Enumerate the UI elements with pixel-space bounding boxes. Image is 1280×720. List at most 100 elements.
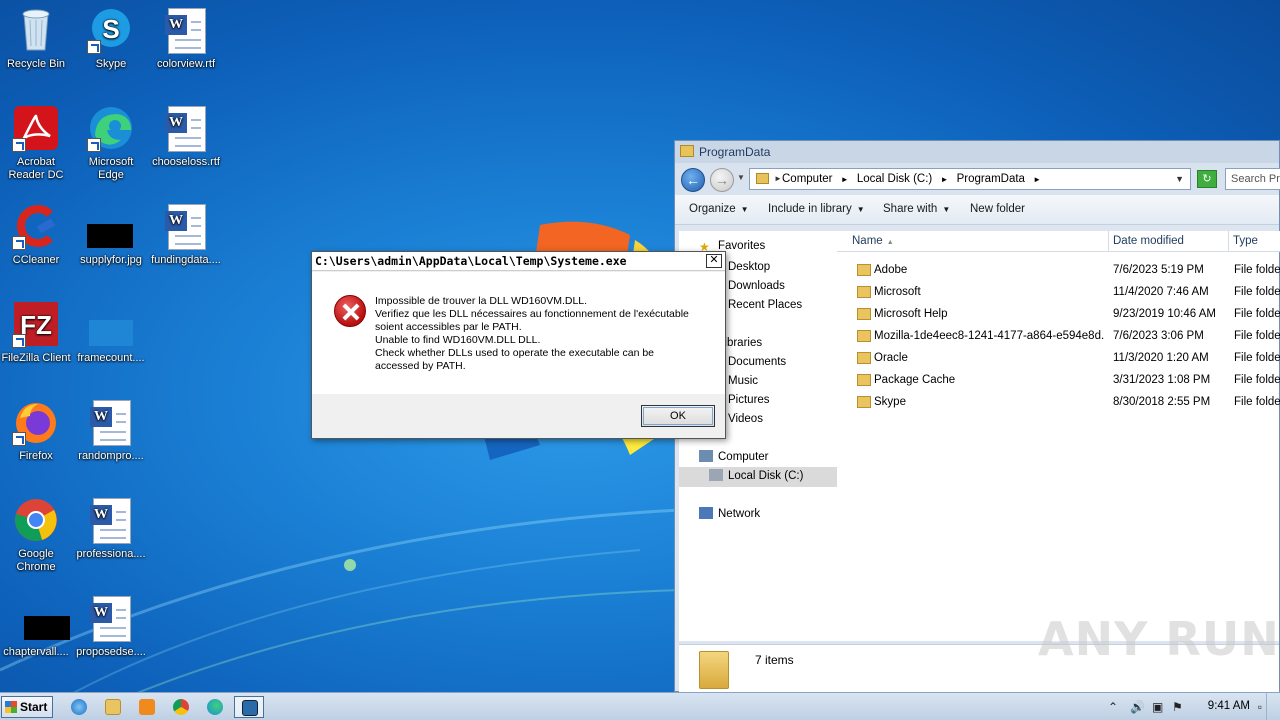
- file-type: File folder: [1234, 286, 1280, 298]
- start-button[interactable]: Start: [1, 696, 53, 718]
- desktop-icon-chrome[interactable]: Google Chrome: [0, 496, 72, 574]
- chevron-right-icon[interactable]: ►: [774, 169, 782, 189]
- action-center-flag-icon[interactable]: ⚑: [1172, 700, 1183, 714]
- file-date: 3/31/2023 1:08 PM: [1113, 374, 1211, 386]
- word-document-icon: W: [162, 104, 210, 152]
- desktop-icon-edge[interactable]: Microsoft Edge: [75, 104, 147, 182]
- desktop-icon-randompro[interactable]: W randompro....: [75, 398, 147, 463]
- ok-button[interactable]: OK: [641, 405, 715, 427]
- desktop-icon-professiona[interactable]: W professiona....: [75, 496, 147, 561]
- image-thumbnail-icon: [87, 300, 135, 348]
- notification-icon[interactable]: ▫: [1258, 700, 1262, 714]
- folder-icon: [857, 374, 871, 386]
- explorer-window[interactable]: ProgramData ← → ▼ ► Computer ► Local Dis…: [674, 140, 1280, 692]
- network-tray-icon[interactable]: ▣: [1152, 700, 1163, 714]
- file-type: File folder: [1234, 396, 1280, 408]
- desktop-icon-fundingdata[interactable]: W fundingdata....: [150, 202, 222, 267]
- svg-text:S: S: [102, 14, 119, 44]
- chevron-right-icon[interactable]: ►: [1033, 175, 1041, 184]
- show-hidden-icons-icon[interactable]: ⌃: [1108, 700, 1118, 714]
- desktop-icon-chooseloss[interactable]: W chooseloss.rtf: [150, 104, 222, 169]
- desktop-icon-colorview[interactable]: W colorview.rtf: [150, 6, 222, 71]
- desktop-icon-ccleaner[interactable]: CCleaner: [0, 202, 72, 267]
- desktop-icon-chaptervall[interactable]: chaptervall....: [0, 594, 72, 659]
- image-thumbnail-icon: [12, 594, 70, 642]
- include-in-library-button[interactable]: Include in library ▼: [768, 203, 865, 215]
- desktop-icon-proposedse[interactable]: W proposedse....: [75, 594, 147, 659]
- command-bar: Organize ▼ Include in library ▼ Share with…: [675, 195, 1279, 225]
- file-row[interactable]: Oracle 11/3/2020 1:20 AM File folder: [837, 347, 1280, 369]
- back-button[interactable]: ←: [681, 168, 705, 192]
- desktop-icon-filezilla[interactable]: FZ FileZilla Client: [0, 300, 72, 365]
- chevron-right-icon[interactable]: ►: [841, 175, 849, 184]
- column-header-name[interactable]: Name ▲: [837, 231, 1109, 252]
- address-bar-row: ← → ▼ ► Computer ► Local Disk (C:) ► Pro…: [675, 163, 1280, 195]
- file-name: Package Cache: [874, 374, 956, 386]
- forward-button[interactable]: →: [710, 168, 734, 192]
- word-document-icon: W: [162, 202, 210, 250]
- column-header-type[interactable]: Type: [1229, 231, 1280, 252]
- refresh-button[interactable]: ↻: [1197, 170, 1217, 188]
- dialog-body: Impossible de trouver la DLL WD160VM.DLL…: [312, 272, 725, 394]
- folder-icon: [857, 396, 871, 408]
- windows-logo-icon: [5, 701, 17, 713]
- desktop-icon-label: Google Chrome: [16, 548, 56, 573]
- error-dialog[interactable]: C:\Users\admin\AppData\Local\Temp\System…: [311, 251, 726, 439]
- organize-button[interactable]: Organize ▼: [689, 203, 749, 215]
- file-row[interactable]: Package Cache 3/31/2023 1:08 PM File folde…: [837, 369, 1280, 391]
- search-input[interactable]: Search Pro: [1225, 168, 1280, 190]
- desktop-icon-firefox[interactable]: Firefox: [0, 398, 72, 463]
- folder-icon: [857, 352, 871, 364]
- taskbar-media-player[interactable]: [132, 696, 162, 718]
- taskbar-systeme-app[interactable]: [234, 696, 264, 718]
- recent-pages-dropdown-icon[interactable]: ▼: [737, 173, 745, 182]
- breadcrumb-programdata[interactable]: ProgramData: [957, 173, 1025, 185]
- message-line: Check whether DLLs used to operate the e…: [375, 347, 655, 359]
- file-row[interactable]: Adobe 7/6/2023 5:19 PM File folder: [837, 259, 1280, 281]
- chevron-down-icon[interactable]: ▼: [1175, 169, 1184, 189]
- folder-icon: [699, 651, 729, 689]
- new-folder-button[interactable]: New folder: [970, 203, 1025, 215]
- nav-computer[interactable]: Computer: [699, 450, 769, 463]
- desktop-icon-framecount[interactable]: framecount....: [75, 300, 147, 365]
- file-name: Oracle: [874, 352, 908, 364]
- file-type: File folder: [1234, 264, 1280, 276]
- taskbar-chrome[interactable]: [166, 696, 196, 718]
- file-row[interactable]: Skype 8/30/2018 2:55 PM File folder: [837, 391, 1280, 413]
- breadcrumb-local-disk[interactable]: Local Disk (C:): [857, 173, 932, 185]
- recycle-bin-icon: [12, 6, 60, 54]
- taskbar-edge[interactable]: [200, 696, 230, 718]
- file-row[interactable]: Microsoft Help 9/23/2019 10:46 AM File fol…: [837, 303, 1280, 325]
- desktop-icon-label: CCleaner: [12, 254, 60, 266]
- desktop-icon-skype[interactable]: S Skype: [75, 6, 147, 71]
- breadcrumb-computer[interactable]: Computer: [782, 173, 833, 185]
- edge-icon: [207, 699, 223, 715]
- desktop-icon-acrobat[interactable]: Acrobat Reader DC: [0, 104, 72, 182]
- shortcut-arrow-icon: [12, 138, 26, 152]
- close-button[interactable]: ✕: [706, 254, 722, 268]
- clock[interactable]: 9:41 AM: [1208, 700, 1250, 712]
- folder-icon: [857, 330, 871, 342]
- chevron-right-icon[interactable]: ►: [940, 175, 948, 184]
- file-row[interactable]: Microsoft 11/4/2020 7:46 AM File folder: [837, 281, 1280, 303]
- share-with-button[interactable]: Share with ▼: [883, 203, 950, 215]
- taskbar-explorer[interactable]: [98, 696, 128, 718]
- column-header-date[interactable]: Date modified: [1109, 231, 1229, 252]
- nav-network[interactable]: Network: [699, 507, 760, 520]
- show-desktop-button[interactable]: [1266, 693, 1280, 720]
- nav-local-disk[interactable]: Local Disk (C:): [709, 469, 803, 482]
- nav-label: Documents: [728, 356, 787, 368]
- desktop-icon-supplyfor[interactable]: supplyfor.jpg: [75, 202, 147, 267]
- start-label: Start: [20, 700, 48, 714]
- desktop-icon-recycle-bin[interactable]: Recycle Bin: [0, 6, 72, 71]
- chrome-icon: [173, 699, 189, 715]
- address-bar[interactable]: ► Computer ► Local Disk (C:) ► ProgramDa…: [749, 168, 1191, 190]
- drive-icon: [709, 469, 723, 481]
- file-row[interactable]: Mozilla-1de4eec8-1241-4177-a864-e594e8d.…: [837, 325, 1280, 347]
- file-date: 11/4/2020 7:46 AM: [1113, 286, 1209, 298]
- explorer-titlebar[interactable]: ProgramData: [675, 141, 1279, 163]
- volume-icon[interactable]: 🔊: [1130, 700, 1145, 714]
- application-icon: [242, 700, 258, 716]
- taskbar-internet-explorer[interactable]: [64, 696, 94, 718]
- error-message: Impossible de trouver la DLL WD160VM.DLL…: [375, 295, 715, 373]
